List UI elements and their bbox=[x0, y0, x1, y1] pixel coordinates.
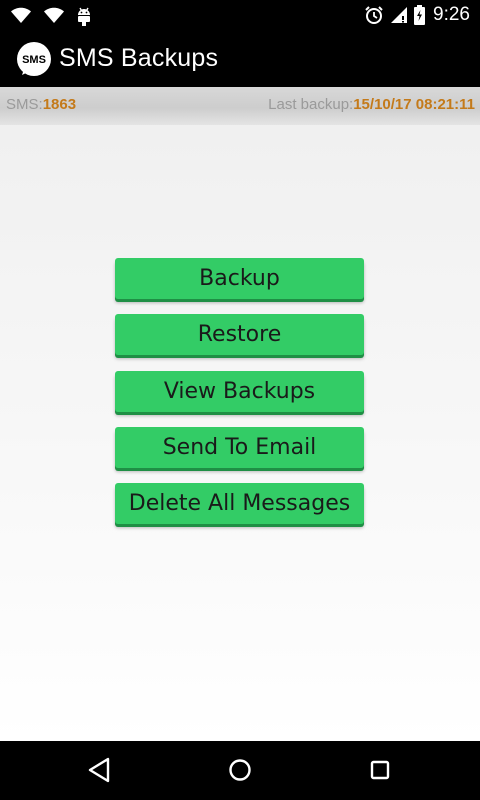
app-logo-text: SMS bbox=[22, 54, 46, 66]
recents-icon[interactable] bbox=[365, 755, 395, 785]
signal-icon bbox=[391, 7, 408, 23]
status-left-icons bbox=[10, 6, 92, 26]
delete-all-messages-button[interactable]: Delete All Messages bbox=[115, 483, 364, 524]
sms-count-info: SMS:1863 bbox=[6, 96, 76, 113]
status-bar: 9:26 bbox=[0, 0, 480, 33]
last-backup-label: Last backup: bbox=[268, 96, 354, 113]
main-content: Backup Restore View Backups Send To Emai… bbox=[0, 125, 480, 741]
android-debug-icon bbox=[78, 7, 90, 26]
wifi-icon bbox=[11, 7, 31, 23]
home-icon[interactable] bbox=[225, 755, 255, 785]
battery-icon bbox=[414, 5, 426, 25]
send-to-email-button[interactable]: Send To Email bbox=[115, 427, 364, 468]
navigation-bar bbox=[0, 741, 480, 800]
view-backups-button[interactable]: View Backups bbox=[115, 371, 364, 412]
status-right-icons: 9:26 bbox=[364, 4, 470, 26]
restore-button[interactable]: Restore bbox=[115, 314, 364, 355]
last-backup-value: 15/10/17 08:21:11 bbox=[353, 96, 475, 113]
sms-count-label: SMS: bbox=[6, 96, 43, 113]
alarm-icon bbox=[365, 6, 383, 24]
backup-button[interactable]: Backup bbox=[115, 258, 364, 299]
info-bar: SMS:1863 Last backup:15/10/17 08:21:11 bbox=[0, 87, 480, 125]
app-logo-icon: SMS bbox=[17, 42, 51, 76]
action-bar: SMS SMS Backups bbox=[0, 33, 480, 87]
last-backup-info: Last backup:15/10/17 08:21:11 bbox=[268, 96, 475, 113]
sms-count-value: 1863 bbox=[42, 96, 77, 113]
wifi-icon bbox=[44, 7, 64, 23]
back-icon[interactable] bbox=[85, 755, 115, 785]
page-title: SMS Backups bbox=[59, 44, 219, 72]
status-time: 9:26 bbox=[433, 4, 470, 25]
